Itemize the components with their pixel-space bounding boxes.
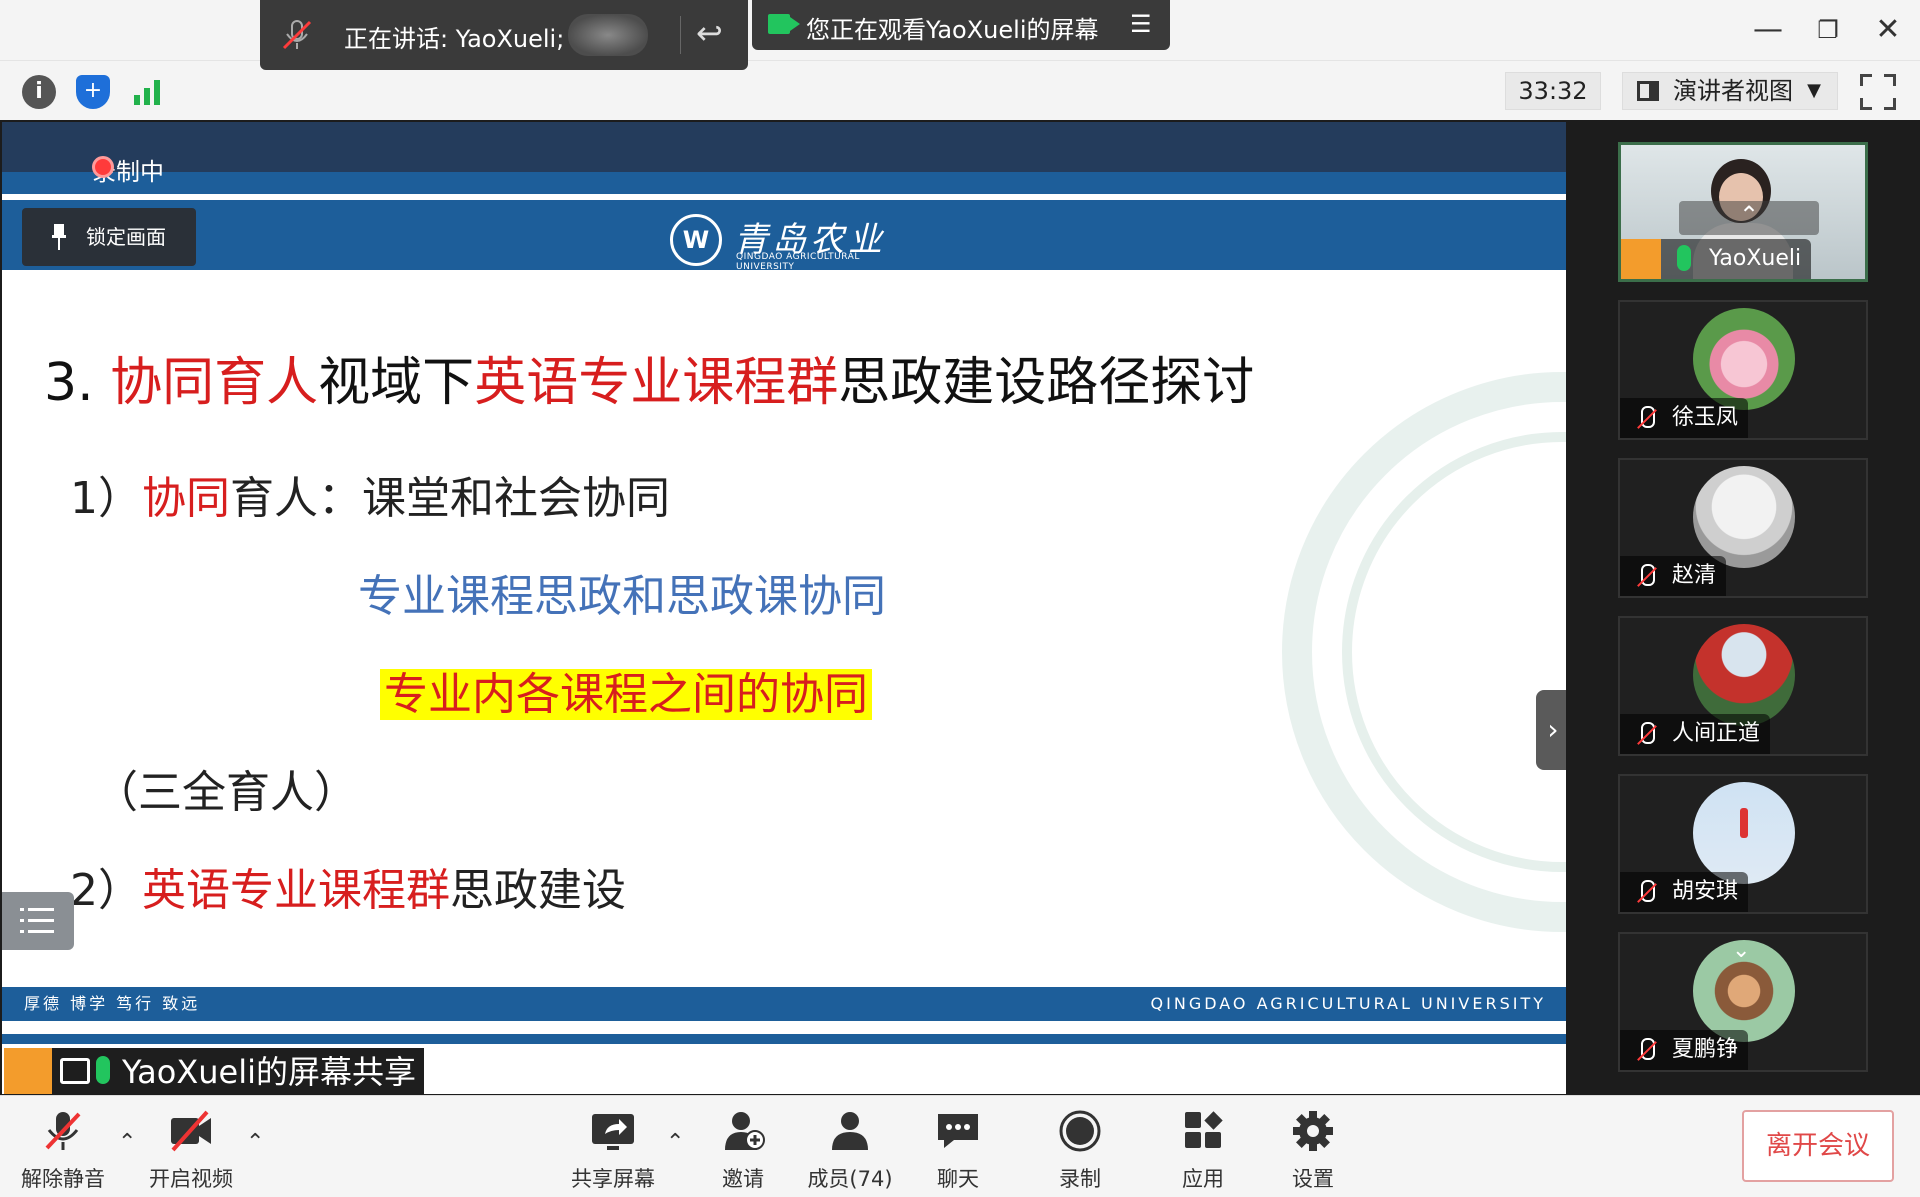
lock-screen-label: 锁定画面 [86, 225, 166, 249]
user-avatar-icon [4, 1048, 52, 1094]
lotus-avatar [1693, 308, 1795, 410]
share-screen-button[interactable]: 共享屏幕 [558, 1110, 668, 1194]
participant-tile[interactable]: 人间正道 [1618, 616, 1868, 756]
host-avatar-icon [1621, 239, 1661, 279]
collapse-sidebar-button[interactable]: › [1536, 690, 1566, 770]
university-name-en: QINGDAO AGRICULTURAL UNIVERSITY [736, 252, 860, 272]
slide-motto: 厚德 博学 笃行 致远 [24, 994, 201, 1013]
info-icon[interactable]: i [22, 75, 56, 109]
slide-subpoint-1: 专业课程思政和思政课协同 [358, 571, 886, 622]
slide-title: 3. 协同育人视域下英语专业课程群思政建设路径探讨 [44, 353, 1255, 413]
settings-button[interactable]: 设置 [1258, 1110, 1368, 1194]
sky-avatar [1693, 782, 1795, 884]
participant-tile[interactable]: ⌃ YaoXueli [1618, 142, 1868, 282]
slide-note: （三全育人） [94, 767, 358, 818]
slide-point-1: 1）协同育人：课堂和社会协同 [70, 473, 670, 524]
shared-screen-area: 录制中 锁定画面 W 青岛农业大学 QINGDAO AGRICULTURAL U… [0, 120, 1568, 1095]
pin-icon [52, 224, 66, 250]
record-icon [1059, 1110, 1101, 1152]
meeting-controls: 解除静音 ⌃ 开启视频 ⌃ 共享屏幕 ⌃ 邀请 成员(74) 聊天 录制 应用 … [0, 1095, 1920, 1197]
add-user-icon [725, 1112, 765, 1150]
list-icon[interactable] [2, 892, 74, 950]
unmute-button[interactable]: 解除静音 [8, 1110, 118, 1194]
university-logo: W 青岛农业大学 QINGDAO AGRICULTURAL UNIVERSITY [670, 212, 910, 309]
participant-tile[interactable]: ⌄ 夏鹏铮 [1618, 932, 1868, 1072]
share-screen-icon [592, 1114, 634, 1150]
participant-label: 胡安琪 [1620, 872, 1749, 912]
video-camera-icon [768, 14, 800, 34]
menu-icon[interactable]: ☰ [1130, 10, 1152, 38]
mic-active-icon [96, 1056, 110, 1084]
participant-label: YaoXueli [1621, 239, 1812, 279]
muted-mic-icon [1632, 880, 1660, 906]
recording-indicator: 录制中 [46, 152, 164, 187]
tree-avatar [1693, 624, 1795, 726]
apps-button[interactable]: 应用 [1148, 1110, 1258, 1194]
participant-label: 人间正道 [1620, 714, 1771, 754]
screen-share-icon [60, 1058, 90, 1084]
audio-options-chevron-icon[interactable]: ⌃ [118, 1130, 136, 1155]
restore-button[interactable]: ❐ [1806, 12, 1850, 48]
presentation-slide: 录制中 锁定画面 W 青岛农业大学 QINGDAO AGRICULTURAL U… [2, 122, 1566, 1094]
blurred-name [568, 14, 648, 56]
view-mode-dropdown[interactable]: 演讲者视图 ▼ [1622, 72, 1838, 110]
slide-footer-university: QINGDAO AGRICULTURAL UNIVERSITY [1150, 994, 1546, 1013]
leave-meeting-button[interactable]: 离开会议 [1742, 1110, 1894, 1182]
participant-tile[interactable]: 胡安琪 [1618, 774, 1868, 914]
speaker-view-icon [1637, 81, 1659, 101]
gear-icon [1293, 1111, 1333, 1151]
muted-mic-icon [1632, 722, 1660, 748]
meeting-timer: 33:32 [1505, 72, 1601, 110]
participant-tile[interactable]: 徐玉凤 [1618, 300, 1868, 440]
chevron-down-icon[interactable]: ⌄ [1732, 938, 1750, 963]
close-button[interactable]: ✕ [1866, 12, 1910, 48]
record-dot-icon [92, 156, 114, 178]
chat-icon [938, 1114, 978, 1148]
slide-subpoint-2: 专业内各课程之间的协同 [380, 658, 872, 722]
slide-footer: 厚德 博学 笃行 致远 QINGDAO AGRICULTURAL UNIVERS… [2, 987, 1566, 1021]
speaking-indicator: 正在讲话: YaoXueli; ↩ [260, 0, 748, 70]
muted-mic-icon [45, 1112, 81, 1150]
bamboo-avatar [1693, 466, 1795, 568]
invite-button[interactable]: 邀请 [688, 1110, 798, 1194]
video-options-chevron-icon[interactable]: ⌃ [246, 1130, 264, 1155]
chevron-down-icon: ▼ [1807, 80, 1821, 101]
participant-label: 夏鹏铮 [1620, 1030, 1749, 1070]
screen-share-text: YaoXueli的屏幕共享 [122, 1053, 417, 1091]
shield-icon[interactable]: + [76, 75, 110, 109]
university-seal: W [670, 214, 722, 266]
minimize-button[interactable]: — [1746, 12, 1790, 48]
muted-mic-icon [1632, 1038, 1660, 1064]
speaking-text: 正在讲话: YaoXueli; [344, 25, 565, 53]
return-icon[interactable]: ↩ [696, 14, 723, 52]
muted-mic-icon [1632, 406, 1660, 432]
participant-label: 徐玉凤 [1620, 398, 1749, 438]
share-options-chevron-icon[interactable]: ⌃ [666, 1130, 684, 1155]
watching-text: 您正在观看YaoXueli的屏幕 [806, 16, 1099, 44]
muted-mic-icon [1632, 564, 1660, 590]
fullscreen-icon[interactable] [1860, 74, 1896, 110]
screen-share-label: YaoXueli的屏幕共享 [4, 1048, 424, 1094]
participant-tile[interactable]: 赵清 [1618, 458, 1868, 598]
members-icon [832, 1112, 868, 1150]
slide-point-2: 2）英语专业课程群思政建设 [70, 865, 626, 916]
participant-gallery: ⌃ YaoXueli 徐玉凤 赵清 人间正道 胡安琪 ⌄ 夏鹏铮 [1568, 120, 1920, 1095]
record-button[interactable]: 录制 [1025, 1110, 1135, 1194]
muted-mic-icon[interactable] [280, 18, 314, 52]
start-video-button[interactable]: 开启视频 [136, 1110, 246, 1194]
apps-icon [1185, 1111, 1223, 1148]
view-mode-label: 演讲者视图 [1673, 77, 1793, 105]
chat-button[interactable]: 聊天 [903, 1110, 1013, 1194]
chevron-up-icon[interactable]: ⌃ [1679, 201, 1819, 235]
mic-active-icon [1677, 245, 1691, 271]
participant-label: 赵清 [1620, 556, 1727, 596]
signal-icon[interactable] [130, 75, 164, 109]
video-off-icon [171, 1110, 211, 1152]
watching-indicator: 您正在观看YaoXueli的屏幕 ☰ [752, 0, 1170, 50]
lock-screen-button[interactable]: 锁定画面 [22, 208, 196, 266]
members-button[interactable]: 成员(74) [795, 1110, 905, 1194]
